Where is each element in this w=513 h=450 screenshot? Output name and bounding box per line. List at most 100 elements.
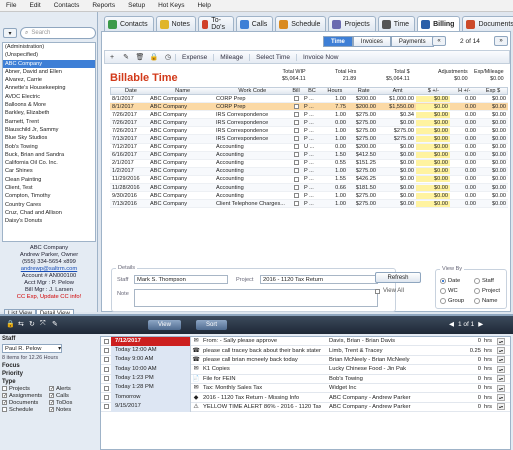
todo-complete-checkbox[interactable] xyxy=(103,348,109,354)
tab-notes[interactable]: Notes xyxy=(155,16,196,31)
invoice-now-button[interactable]: Invoice Now xyxy=(296,53,344,61)
expense-button[interactable]: Expense xyxy=(175,53,213,61)
priority-filter[interactable]: Priority xyxy=(2,371,96,377)
hours-stepper[interactable]: ▴▾ xyxy=(497,337,505,345)
bill-checkbox[interactable] xyxy=(293,144,299,150)
table-row[interactable]: 7/13/2016 ABC Company Client Telephone Cha… xyxy=(110,200,508,209)
clock-icon[interactable]: ◷ xyxy=(161,51,175,63)
client-list-item[interactable]: Buck, Brian and Sandra xyxy=(3,151,95,159)
todo-complete-checkbox[interactable] xyxy=(103,357,109,363)
todo-complete-checkbox[interactable] xyxy=(103,404,109,410)
column-header[interactable]: Bill xyxy=(288,88,302,94)
client-email-link[interactable]: andrewp@saltrm.com xyxy=(2,266,96,273)
view-by-wc-radio[interactable]: WC xyxy=(440,288,458,294)
client-list-item[interactable]: Country Cares xyxy=(3,201,95,209)
pencil-icon[interactable]: ✎ xyxy=(119,51,133,63)
table-row[interactable]: 8/1/2017 ABC Company CORP Prep P ... 1.00 $20… xyxy=(110,95,508,104)
client-list-item[interactable]: Daisy's Donuts xyxy=(3,217,95,225)
menu-item-reports[interactable]: Reports xyxy=(92,2,115,9)
column-header[interactable]: Hours xyxy=(320,88,348,94)
bill-checkbox[interactable] xyxy=(293,168,299,174)
sidebar-toggle-button[interactable]: ▾ xyxy=(3,28,17,38)
menu-item-hot-keys[interactable]: Hot Keys xyxy=(158,2,184,9)
client-list-item[interactable]: Alvarez, Carrie xyxy=(3,76,95,84)
view-all-checkbox[interactable]: View All xyxy=(375,288,404,294)
tab-contacts[interactable]: Contacts xyxy=(104,16,154,31)
table-row[interactable]: 11/28/2016 ABC Company Accounting P ... 0.66… xyxy=(110,184,508,193)
todo-complete-checkbox[interactable] xyxy=(103,338,109,344)
column-header[interactable]: Rate xyxy=(348,88,378,94)
view-by-group-radio[interactable]: Group xyxy=(440,298,464,304)
expand-icon[interactable]: ⤧ xyxy=(40,320,46,328)
hours-stepper[interactable]: ▴▾ xyxy=(497,347,505,355)
view-by-name-radio[interactable]: Name xyxy=(474,298,497,304)
todo-row[interactable]: 9/15/2017 ⚠ YELLOW TIME ALERT 86% - 2016 -… xyxy=(101,402,510,413)
client-list-item[interactable]: Client, Test xyxy=(3,184,95,192)
hours-stepper[interactable]: ▴▾ xyxy=(497,365,505,373)
lock-icon[interactable]: 🔒 xyxy=(6,320,15,328)
bill-checkbox[interactable] xyxy=(293,184,299,190)
staff-field[interactable]: Mark S. Thompson xyxy=(134,275,228,284)
bill-checkbox[interactable] xyxy=(293,136,299,142)
hours-stepper[interactable]: ▴▾ xyxy=(497,403,505,411)
menu-item-contacts[interactable]: Contacts xyxy=(54,2,80,9)
client-list-item[interactable]: Compton, Timothy xyxy=(3,192,95,200)
bill-checkbox[interactable] xyxy=(293,103,299,109)
column-header[interactable]: Date xyxy=(111,88,149,94)
plus-icon[interactable]: + xyxy=(105,51,119,63)
edit-icon[interactable]: ✎ xyxy=(52,320,58,328)
type-documents-checkbox[interactable]: ✓ Documents xyxy=(2,399,49,406)
bill-checkbox[interactable] xyxy=(293,152,299,158)
menu-item-setup[interactable]: Setup xyxy=(128,2,145,9)
hours-stepper[interactable]: ▴▾ xyxy=(497,394,505,402)
tab-time[interactable]: Time xyxy=(377,16,416,31)
client-list-item[interactable]: AVDC Electric xyxy=(3,93,95,101)
tab-calls[interactable]: Calls xyxy=(235,16,274,31)
menu-item-edit[interactable]: Edit xyxy=(29,2,40,9)
menu-item-file[interactable]: File xyxy=(6,2,16,9)
column-header[interactable]: H +/- xyxy=(449,88,477,94)
refresh-button[interactable]: Refresh xyxy=(375,272,421,283)
table-row[interactable]: 7/12/2017 ABC Company Accounting U ... 0.00 $… xyxy=(110,144,508,152)
previous-page-icon[interactable]: ◀ xyxy=(449,320,454,328)
column-header[interactable]: Exp $ xyxy=(477,88,507,94)
type-assignments-checkbox[interactable]: ✓ Assignments xyxy=(2,392,49,399)
table-row[interactable]: 11/29/2016 ABC Company Accounting P ... 1.55… xyxy=(110,176,508,185)
client-list-item[interactable]: Cruz, Chad and Allison xyxy=(3,209,95,217)
view-by-project-radio[interactable]: Project xyxy=(474,288,500,294)
table-row[interactable]: 7/13/2017 ABC Company IRS Correspondence P … xyxy=(110,135,508,144)
last-record-button[interactable]: » xyxy=(494,36,508,46)
next-page-icon[interactable]: ▶ xyxy=(478,320,483,328)
tab-documents[interactable]: Documents xyxy=(462,16,513,31)
bill-checkbox[interactable] xyxy=(293,192,299,198)
subtab-time[interactable]: Time xyxy=(323,36,353,47)
staff-filter-select[interactable]: Paul R. Pelow ▾ xyxy=(2,344,62,353)
bill-checkbox[interactable] xyxy=(293,95,299,101)
table-row[interactable]: 2/1/2017 ABC Company Accounting P ... 0.55 $1… xyxy=(110,160,508,168)
todo-complete-checkbox[interactable] xyxy=(103,385,109,391)
bill-checkbox[interactable] xyxy=(293,119,299,125)
note-field[interactable] xyxy=(134,289,378,307)
client-list-item[interactable]: Barnett, Trent xyxy=(3,118,95,126)
client-list-item[interactable]: ABC Company xyxy=(3,59,95,68)
view-button[interactable]: View xyxy=(148,320,181,330)
bill-checkbox[interactable] xyxy=(293,111,299,117)
client-list-item[interactable]: Annette's Housekeeping xyxy=(3,84,95,92)
table-row[interactable]: 7/26/2017 ABC Company IRS Correspondence P … xyxy=(110,119,508,128)
type-calls-checkbox[interactable]: ✓ Calls xyxy=(49,392,96,399)
table-row[interactable]: 6/16/2017 ABC Company Accounting P ... 1.50 $… xyxy=(110,151,508,160)
client-list-item[interactable]: Car Shines xyxy=(3,167,95,175)
client-list-item[interactable]: Blauschild Jr, Sammy xyxy=(3,126,95,134)
type-schedule-checkbox[interactable]: Schedule xyxy=(2,406,49,413)
bill-checkbox[interactable] xyxy=(293,160,299,166)
client-list-item[interactable]: (Administration) xyxy=(3,43,95,51)
bill-checkbox[interactable] xyxy=(293,176,299,182)
hours-stepper[interactable]: ▴▾ xyxy=(497,384,505,392)
client-list-item[interactable]: Bob's Towing xyxy=(3,143,95,151)
mileage-button[interactable]: Mileage xyxy=(213,53,249,61)
column-header[interactable]: Amt xyxy=(378,88,416,94)
tab-projects[interactable]: Projects xyxy=(328,16,376,31)
table-row[interactable]: 9/30/2016 ABC Company Accounting P ... 1.00 $… xyxy=(110,192,508,201)
focus-filter[interactable]: Focus xyxy=(2,363,96,369)
table-row[interactable]: 8/1/2017 ABC Company CORP Prep P ... 7.75 $20… xyxy=(110,103,508,112)
